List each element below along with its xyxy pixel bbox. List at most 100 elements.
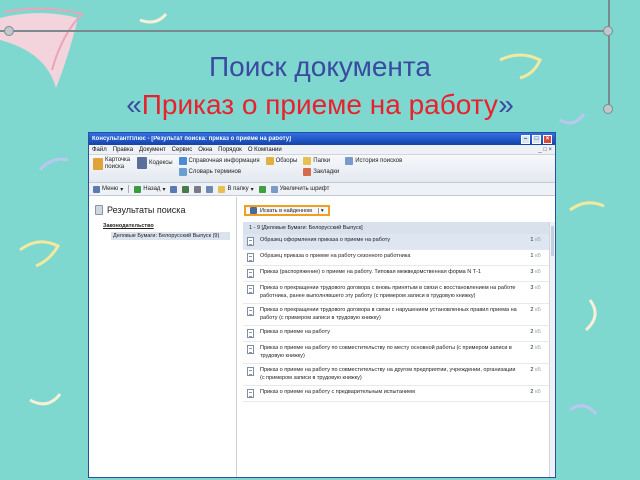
- excel-export-icon[interactable]: [182, 185, 190, 193]
- document-icon: [247, 269, 254, 278]
- result-row[interactable]: Приказ о приеме на работу по совместител…: [243, 342, 549, 364]
- find-in-results-button[interactable]: Искать в найденном ▾: [244, 205, 330, 216]
- zoom-font-button[interactable]: Увеличить шрифт: [270, 185, 330, 193]
- left-panel-heading: Результаты поиска: [89, 197, 236, 221]
- document-icon: [247, 389, 254, 398]
- maximize-button[interactable]: □: [532, 134, 541, 144]
- folder-icon: [303, 157, 312, 165]
- toolbar: Меню ▾ Назад ▾ В папку ▾ Увеличить шрифт: [89, 183, 555, 196]
- menu-windows[interactable]: Окна: [198, 147, 212, 153]
- result-size: 2 кБ: [521, 329, 549, 335]
- reviews-label: Обзоры: [275, 158, 298, 164]
- result-title[interactable]: Образец приказа о приеме на работу сезон…: [260, 253, 521, 261]
- document-icon: [247, 367, 254, 376]
- result-size-value: 3: [530, 285, 534, 291]
- codexes-label: Кодексы: [149, 159, 173, 166]
- result-size-value: 2: [530, 389, 534, 395]
- reference-info-button[interactable]: Справочная информация: [178, 157, 260, 165]
- result-size-unit: кБ: [534, 307, 541, 313]
- toolbar-separator: [128, 185, 130, 193]
- reviews-icon: [265, 157, 274, 165]
- menu-order[interactable]: Порядок: [218, 147, 242, 153]
- bookmarks-label: Закладки: [313, 169, 340, 175]
- tree-item-business-papers[interactable]: Деловые Бумаги: Белорусский Выпуск (9): [111, 232, 230, 240]
- result-row[interactable]: Приказ о приеме на работу по совместител…: [243, 364, 549, 386]
- result-size-value: 1: [530, 253, 534, 259]
- result-row[interactable]: Образец приказа о приеме на работу сезон…: [243, 250, 549, 266]
- bookmarks-button[interactable]: Закладки: [303, 168, 339, 176]
- menu-service[interactable]: Сервис: [172, 147, 193, 153]
- result-size-unit: кБ: [534, 345, 541, 351]
- result-title[interactable]: Приказ о приеме на работу по совместител…: [260, 345, 521, 360]
- result-row[interactable]: Приказ (распоряжение) о приеме на работу…: [243, 266, 549, 282]
- result-row[interactable]: Приказ о приеме на работу с предваритель…: [243, 386, 549, 402]
- back-button-label: Назад: [143, 186, 161, 192]
- marker-icon[interactable]: [258, 185, 266, 193]
- result-size-unit: кБ: [534, 367, 541, 373]
- app-window: КонсультантПлюс - [Результат поиска: при…: [88, 132, 556, 478]
- result-title[interactable]: Приказ о приеме на работу с предваритель…: [260, 389, 521, 397]
- results-header: 1 - 9 [Деловые Бумаги: Белорусский Выпус…: [243, 222, 555, 234]
- history-icon: [345, 157, 354, 165]
- dictionary-button[interactable]: Словарь терминов: [178, 168, 260, 176]
- codexes-button[interactable]: Кодексы: [137, 157, 173, 169]
- result-size-unit: кБ: [534, 285, 541, 291]
- word-export-icon[interactable]: [170, 185, 178, 193]
- result-size: 2 кБ: [521, 389, 549, 395]
- print-icon[interactable]: [194, 185, 202, 193]
- left-panel: Результаты поиска Законодательство Делов…: [89, 197, 237, 477]
- card-search-button[interactable]: Карточка поиска: [93, 157, 131, 171]
- back-button[interactable]: Назад ▾: [134, 185, 165, 193]
- result-title[interactable]: Приказ о приеме на работу: [260, 329, 521, 337]
- result-size-value: 2: [530, 307, 534, 313]
- close-button[interactable]: ×: [543, 134, 552, 144]
- menu-file[interactable]: Файл: [92, 147, 107, 153]
- rule-dot-right: [603, 26, 613, 36]
- result-row[interactable]: Приказ о прекращении трудового договора …: [243, 282, 549, 304]
- result-title[interactable]: Приказ о приеме на работу по совместител…: [260, 367, 521, 382]
- reviews-button[interactable]: Обзоры: [265, 157, 298, 165]
- result-title[interactable]: Приказ о прекращении трудового договора …: [260, 285, 521, 300]
- folders-button[interactable]: Папки: [303, 157, 339, 165]
- to-folder-label: В папку: [227, 186, 249, 192]
- slide-title-accent: Приказ о приеме на работу: [141, 89, 499, 120]
- minimize-button[interactable]: –: [521, 134, 530, 144]
- result-title[interactable]: Приказ о прекращении трудового договора …: [260, 307, 521, 322]
- ribbon: Карточка поиска Кодексы Справочная инфор…: [89, 155, 555, 183]
- document-icon: [247, 253, 254, 262]
- menu-edit[interactable]: Правка: [113, 147, 133, 153]
- menu-bar: Файл Правка Документ Сервис Окна Порядок…: [89, 145, 555, 155]
- window-titlebar: КонсультантПлюс - [Результат поиска: при…: [89, 133, 555, 145]
- quote-close: »: [498, 89, 514, 120]
- result-row[interactable]: Приказ о прекращении трудового договора …: [243, 304, 549, 326]
- search-history-button[interactable]: История поисков: [345, 157, 402, 165]
- mdi-controls[interactable]: _ □ ×: [538, 147, 552, 153]
- result-row[interactable]: Образец оформления приказа о приеме на р…: [243, 234, 549, 250]
- result-size-unit: кБ: [534, 237, 541, 243]
- results-list: Образец оформления приказа о приеме на р…: [243, 234, 549, 402]
- binoculars-icon: [250, 207, 257, 214]
- result-title[interactable]: Приказ (распоряжение) о приеме на работу…: [260, 269, 521, 277]
- results-icon: [95, 205, 103, 215]
- search-card-icon: [93, 158, 103, 170]
- folder-add-icon: [218, 185, 226, 193]
- menu-document[interactable]: Документ: [139, 147, 166, 153]
- result-size: 1 кБ: [521, 237, 549, 243]
- back-arrow-icon: [134, 185, 142, 193]
- vertical-scrollbar[interactable]: [549, 222, 555, 477]
- folders-label: Папки: [313, 158, 331, 164]
- chevron-down-icon[interactable]: ▾: [317, 207, 324, 214]
- dictionary-icon: [178, 168, 187, 176]
- save-icon[interactable]: [206, 185, 214, 193]
- to-folder-button[interactable]: В папку ▾: [218, 185, 254, 193]
- zoom-font-label: Увеличить шрифт: [279, 186, 330, 192]
- section-legislation[interactable]: Законодательство: [89, 221, 236, 231]
- menu-about[interactable]: О Компании: [248, 147, 282, 153]
- result-row[interactable]: Приказ о приеме на работу 2 кБ: [243, 326, 549, 342]
- slide-title: Поиск документа «Приказ о приеме на рабо…: [0, 48, 640, 124]
- menu-icon: [93, 185, 100, 193]
- result-title[interactable]: Образец оформления приказа о приеме на р…: [260, 237, 521, 245]
- menu-button[interactable]: Меню ▾: [93, 185, 123, 193]
- scrollbar-thumb[interactable]: [551, 226, 554, 256]
- result-size-value: 3: [530, 269, 534, 275]
